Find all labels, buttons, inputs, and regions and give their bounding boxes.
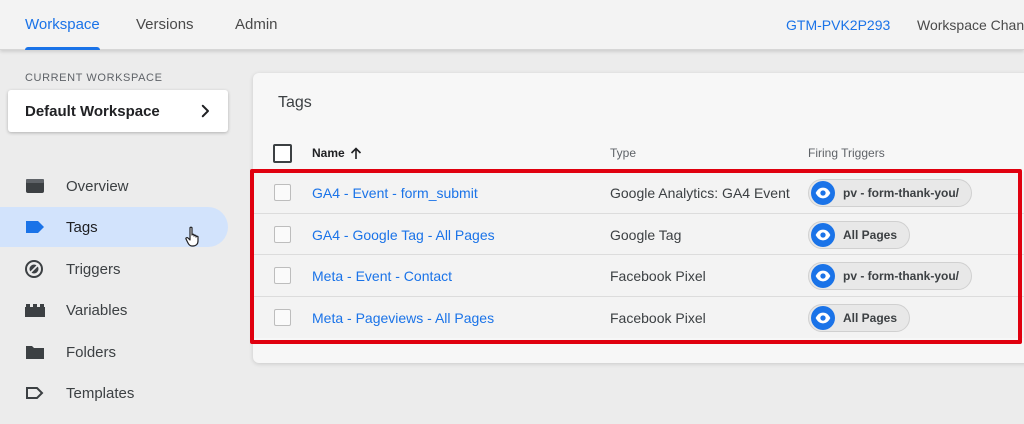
trigger-icon (25, 260, 43, 278)
trigger-chip-label: All Pages (843, 227, 898, 242)
page-title: Tags (278, 94, 312, 111)
trigger-chip[interactable]: pv - form-thank-you/ (808, 262, 972, 290)
eye-icon (811, 222, 835, 247)
container-id-link[interactable]: GTM-PVK2P293 (786, 0, 890, 50)
column-header-firing-triggers: Firing Triggers (808, 146, 885, 160)
trigger-chip[interactable]: All Pages (808, 220, 911, 249)
table-row: GA4 - Google Tag - All Pages Google Tag … (253, 213, 1024, 255)
row-checkbox[interactable] (274, 267, 291, 284)
tag-icon (26, 221, 44, 233)
sidebar-item-label: Tags (66, 218, 98, 236)
tab-versions[interactable]: Versions (136, 0, 194, 50)
select-all-checkbox[interactable] (273, 144, 292, 163)
sidebar-item-label: Triggers (66, 260, 121, 278)
eye-icon (811, 264, 835, 288)
current-workspace-label: CURRENT WORKSPACE (25, 72, 163, 84)
trigger-chip-label: pv - form-thank-you/ (843, 186, 959, 200)
hand-cursor-icon (185, 226, 199, 247)
trigger-chip[interactable]: pv - form-thank-you/ (808, 179, 972, 207)
sidebar-item-label: Variables (66, 301, 128, 319)
table-row: Meta - Pageviews - All Pages Facebook Pi… (253, 296, 1024, 338)
tab-admin[interactable]: Admin (235, 0, 278, 50)
tag-type: Facebook Pixel (610, 268, 706, 284)
workspace-name: Default Workspace (25, 102, 160, 120)
tag-name-link[interactable]: Meta - Event - Contact (312, 268, 452, 284)
table-row: Meta - Event - Contact Facebook Pixel pv… (253, 255, 1024, 297)
trigger-chip-label: pv - form-thank-you/ (843, 269, 959, 283)
arrow-up-icon (350, 146, 361, 159)
row-checkbox[interactable] (274, 308, 291, 326)
sidebar-item-overview[interactable]: Overview (0, 166, 228, 206)
row-checkbox[interactable] (274, 225, 291, 243)
row-checkbox[interactable] (274, 184, 291, 201)
tags-table: GA4 - Event - form_submit Google Analyti… (253, 172, 1024, 338)
trigger-chip[interactable]: All Pages (808, 303, 911, 332)
sidebar-item-folders[interactable]: Folders (0, 332, 228, 372)
folder-icon (26, 346, 44, 359)
sidebar-item-triggers[interactable]: Triggers (0, 249, 228, 289)
table-row: GA4 - Event - form_submit Google Analyti… (253, 172, 1024, 214)
sidebar-item-label: Templates (66, 384, 135, 402)
template-icon (26, 387, 44, 399)
tag-type: Google Analytics: GA4 Event (610, 185, 790, 201)
sidebar-item-label: Folders (66, 343, 117, 361)
trigger-chip-label: All Pages (843, 310, 898, 325)
tag-type: Facebook Pixel (610, 309, 706, 326)
tag-name-link[interactable]: Meta - Pageviews - All Pages (312, 310, 494, 326)
tab-workspace[interactable]: Workspace (25, 0, 100, 50)
sidebar-item-label: Overview (66, 177, 129, 195)
column-header-name[interactable]: Name (312, 146, 362, 160)
tag-name-link[interactable]: GA4 - Google Tag - All Pages (312, 227, 495, 243)
tag-name-link[interactable]: GA4 - Event - form_submit (312, 185, 478, 201)
overview-icon (26, 179, 44, 193)
eye-icon (811, 181, 835, 205)
tag-type: Google Tag (610, 226, 682, 243)
chevron-right-icon (201, 104, 209, 118)
variables-icon (25, 304, 45, 317)
sidebar-item-templates[interactable]: Templates (0, 373, 228, 413)
column-header-type: Type (610, 146, 637, 160)
workspace-selector[interactable]: Default Workspace (8, 90, 228, 132)
workspace-changes-label: Workspace Chan (917, 17, 1024, 33)
column-header-name-label: Name (312, 146, 345, 160)
eye-icon (811, 305, 835, 330)
top-navigation-bar: Workspace Versions Admin GTM-PVK2P293 Wo… (0, 0, 1024, 50)
sidebar-item-variables[interactable]: Variables (0, 290, 228, 330)
